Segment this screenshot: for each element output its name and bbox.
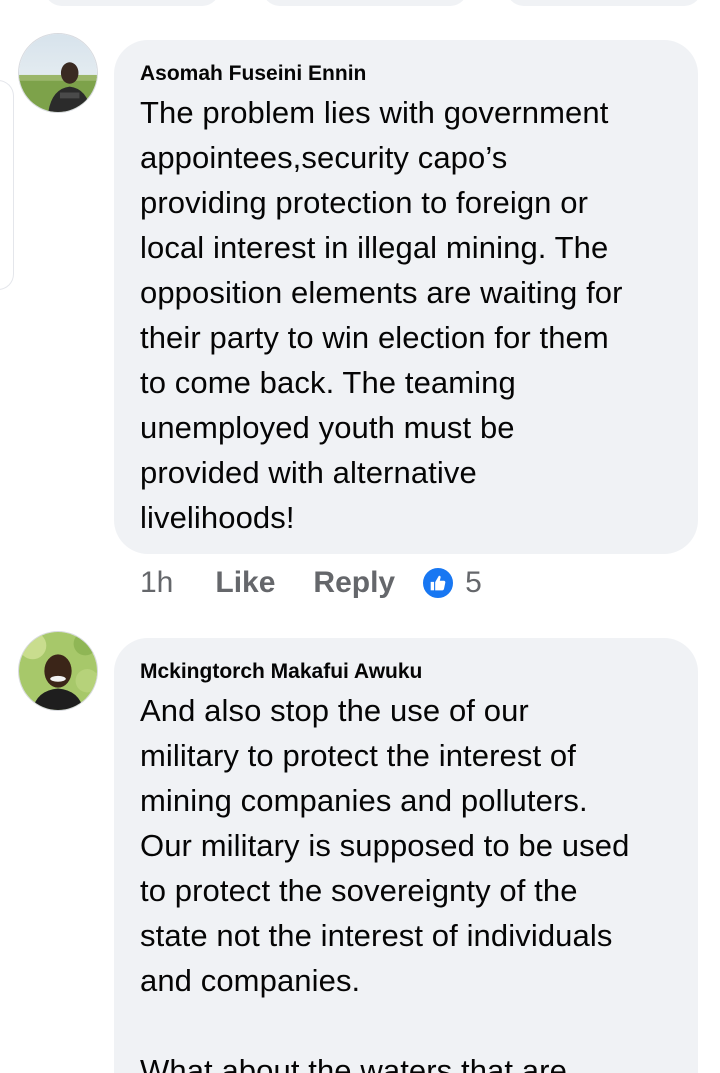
comment-author[interactable]: Asomah Fuseini Ennin	[140, 60, 674, 88]
like-icon	[421, 566, 456, 600]
comment-thread: Asomah Fuseini Ennin The problem lies wi…	[0, 0, 720, 1073]
comment-bubble: Asomah Fuseini Ennin The problem lies wi…	[114, 40, 698, 554]
comment-text: The problem lies with government appoint…	[140, 95, 623, 535]
previous-comment-bubble	[262, 0, 468, 6]
comment-actions: 1h Like Reply 5	[140, 566, 482, 600]
reaction-count: 5	[465, 566, 482, 599]
comment-timestamp[interactable]: 1h	[140, 566, 173, 600]
avatar[interactable]	[18, 631, 98, 711]
previous-comment-bubble	[44, 0, 220, 6]
avatar-photo	[19, 632, 97, 710]
reaction-summary[interactable]: 5	[421, 566, 482, 600]
avatar-photo	[19, 34, 97, 112]
side-panel-edge	[0, 80, 14, 290]
avatar[interactable]	[18, 33, 98, 113]
comment-author[interactable]: Mckingtorch Makafui Awuku	[140, 658, 674, 686]
comment-text: And also stop the use of our military to…	[140, 693, 630, 1073]
previous-comment-bubble	[506, 0, 702, 6]
comment-bubble: Mckingtorch Makafui Awuku And also stop …	[114, 638, 698, 1073]
like-button[interactable]: Like	[215, 566, 275, 600]
reply-button[interactable]: Reply	[313, 566, 395, 600]
